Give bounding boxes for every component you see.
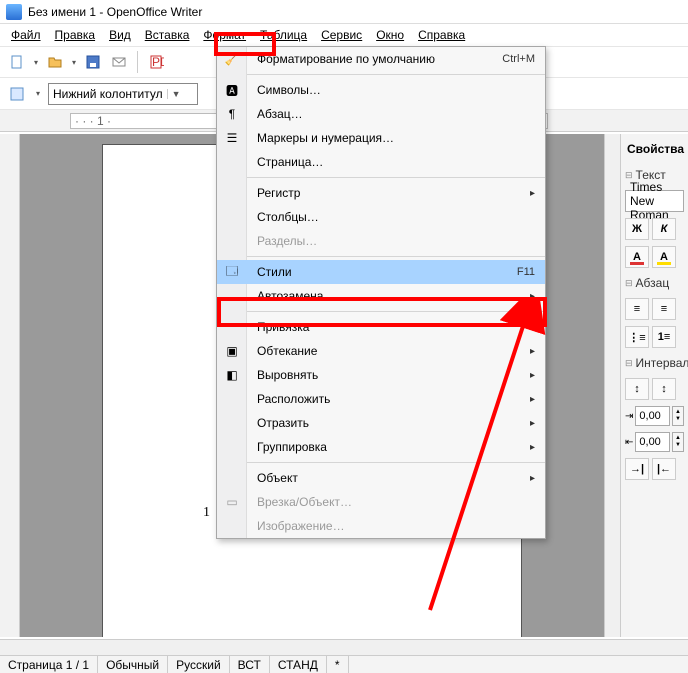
menu-item-case[interactable]: Регистр▸ bbox=[217, 181, 545, 205]
chevron-down-icon: ▼ bbox=[167, 89, 181, 99]
indent-icon: ⇤ bbox=[625, 437, 633, 448]
bullets-icon: ☰ bbox=[223, 129, 241, 147]
submenu-arrow-icon: ▸ bbox=[530, 291, 535, 302]
styles-dropdown[interactable] bbox=[34, 89, 42, 98]
status-language[interactable]: Русский bbox=[168, 656, 230, 673]
horizontal-scrollbar[interactable] bbox=[0, 639, 688, 655]
menu-tools[interactable]: Сервис bbox=[314, 26, 369, 44]
align-icon: ◧ bbox=[223, 366, 241, 384]
bullet-list-button[interactable]: ⋮≡ bbox=[625, 326, 649, 348]
vertical-scrollbar[interactable] bbox=[604, 134, 620, 637]
open-icon[interactable] bbox=[44, 51, 66, 73]
annotation-highlight-format bbox=[214, 32, 276, 56]
paragraph-style-value: Нижний колонтитул bbox=[53, 87, 163, 101]
shortcut-text: F11 bbox=[517, 266, 535, 278]
highlight-color-button[interactable]: A bbox=[652, 246, 676, 268]
menu-item-columns[interactable]: Столбцы… bbox=[217, 205, 545, 229]
menu-window[interactable]: Окно bbox=[369, 26, 411, 44]
status-page[interactable]: Страница 1 / 1 bbox=[0, 656, 98, 673]
bold-button[interactable]: Ж bbox=[625, 218, 649, 240]
window-title: Без имени 1 - OpenOffice Writer bbox=[28, 5, 202, 19]
menu-item-arrange[interactable]: Расположить▸ bbox=[217, 387, 545, 411]
align-left-button[interactable]: ≡ bbox=[625, 298, 649, 320]
menu-item-wrap[interactable]: ▣ Обтекание▸ bbox=[217, 339, 545, 363]
indent-before-spin[interactable]: ⇥ 0,00 ▲▼ bbox=[625, 406, 684, 426]
vertical-ruler[interactable] bbox=[0, 134, 20, 637]
increase-spacing-button[interactable]: ↕ bbox=[625, 378, 649, 400]
status-bar: Страница 1 / 1 Обычный Русский ВСТ СТАНД… bbox=[0, 655, 688, 673]
submenu-arrow-icon: ▸ bbox=[530, 370, 535, 381]
menu-item-flip[interactable]: Отразить▸ bbox=[217, 411, 545, 435]
status-selection-mode[interactable]: СТАНД bbox=[270, 656, 327, 673]
sidebar-section-paragraph[interactable]: Абзац bbox=[625, 274, 684, 292]
menu-item-anchor[interactable]: Привязка▸ bbox=[217, 315, 545, 339]
align-center-button[interactable]: ≡ bbox=[652, 298, 676, 320]
status-insert-mode[interactable]: ВСТ bbox=[230, 656, 270, 673]
styles-window-icon[interactable] bbox=[6, 83, 28, 105]
sidebar-title: Свойства bbox=[625, 138, 684, 160]
decrease-indent-button[interactable]: |← bbox=[652, 458, 676, 480]
submenu-arrow-icon: ▸ bbox=[530, 442, 535, 453]
menu-view[interactable]: Вид bbox=[102, 26, 138, 44]
new-doc-dropdown[interactable] bbox=[32, 58, 40, 67]
menu-item-group[interactable]: Группировка▸ bbox=[217, 435, 545, 459]
format-menu-dropdown: 🧹 Форматирование по умолчанию Ctrl+M 🅰 С… bbox=[216, 46, 546, 539]
wrap-icon: ▣ bbox=[223, 342, 241, 360]
menu-item-paragraph[interactable]: ¶ Абзац… bbox=[217, 102, 545, 126]
font-name-combo[interactable]: Times New Roman bbox=[625, 190, 684, 212]
email-icon[interactable] bbox=[108, 51, 130, 73]
menu-help[interactable]: Справка bbox=[411, 26, 472, 44]
submenu-arrow-icon: ▸ bbox=[530, 418, 535, 429]
paragraph-icon: ¶ bbox=[223, 105, 241, 123]
status-modified[interactable]: * bbox=[327, 656, 349, 673]
submenu-arrow-icon: ▸ bbox=[530, 346, 535, 357]
menu-insert[interactable]: Вставка bbox=[138, 26, 197, 44]
styles-icon: 🗔 bbox=[223, 263, 241, 281]
submenu-arrow-icon: ▸ bbox=[530, 188, 535, 199]
menu-item-page[interactable]: Страница… bbox=[217, 150, 545, 174]
spin-arrows[interactable]: ▲▼ bbox=[672, 432, 684, 452]
menu-item-styles[interactable]: 🗔 Стили F11 bbox=[217, 260, 545, 284]
svg-text:PDF: PDF bbox=[152, 55, 164, 69]
menu-item-image: Изображение… bbox=[217, 514, 545, 538]
title-bar: Без имени 1 - OpenOffice Writer bbox=[0, 0, 688, 24]
ruler-left: · · · 1 · bbox=[75, 114, 111, 128]
submenu-arrow-icon: ▸ bbox=[530, 322, 535, 333]
menu-item-align[interactable]: ◧ Выровнять▸ bbox=[217, 363, 545, 387]
font-color-button[interactable]: A bbox=[625, 246, 649, 268]
app-logo-icon bbox=[6, 4, 22, 20]
menu-edit[interactable]: Правка bbox=[48, 26, 103, 44]
indent-after-spin[interactable]: ⇤ 0,00 ▲▼ bbox=[625, 432, 684, 452]
menubar: Файл Правка Вид Вставка Формат Таблица С… bbox=[0, 24, 688, 46]
indent-before-value[interactable]: 0,00 bbox=[635, 406, 670, 426]
menu-item-bullets[interactable]: ☰ Маркеры и нумерация… bbox=[217, 126, 545, 150]
menu-file[interactable]: Файл bbox=[4, 26, 48, 44]
shortcut-text: Ctrl+M bbox=[502, 53, 535, 65]
open-dropdown[interactable] bbox=[70, 58, 78, 67]
character-icon: 🅰 bbox=[223, 81, 241, 99]
status-style[interactable]: Обычный bbox=[98, 656, 168, 673]
save-icon[interactable] bbox=[82, 51, 104, 73]
indent-icon: ⇥ bbox=[625, 411, 633, 422]
number-list-button[interactable]: 1≡ bbox=[652, 326, 676, 348]
submenu-arrow-icon: ▸ bbox=[530, 473, 535, 484]
italic-button[interactable]: К bbox=[652, 218, 676, 240]
indent-after-value[interactable]: 0,00 bbox=[635, 432, 670, 452]
decrease-spacing-button[interactable]: ↕ bbox=[652, 378, 676, 400]
increase-indent-button[interactable]: →| bbox=[625, 458, 649, 480]
page-number-field: 1 bbox=[203, 505, 210, 520]
menu-item-character[interactable]: 🅰 Символы… bbox=[217, 78, 545, 102]
sidebar-section-spacing[interactable]: Интервал bbox=[625, 354, 684, 372]
paragraph-style-combo[interactable]: Нижний колонтитул ▼ bbox=[48, 83, 198, 105]
menu-item-autocorrect[interactable]: Автозамена▸ bbox=[217, 284, 545, 308]
spin-arrows[interactable]: ▲▼ bbox=[672, 406, 684, 426]
pdf-export-icon[interactable]: PDF bbox=[145, 51, 167, 73]
new-doc-icon[interactable] bbox=[6, 51, 28, 73]
frame-icon: ▭ bbox=[223, 493, 241, 511]
menu-item-object[interactable]: Объект▸ bbox=[217, 466, 545, 490]
submenu-arrow-icon: ▸ bbox=[530, 394, 535, 405]
menu-item-frame: ▭ Врезка/Объект… bbox=[217, 490, 545, 514]
menu-item-sections: Разделы… bbox=[217, 229, 545, 253]
sidebar-properties: Свойства Текст Times New Roman Ж К A A А… bbox=[620, 134, 688, 637]
